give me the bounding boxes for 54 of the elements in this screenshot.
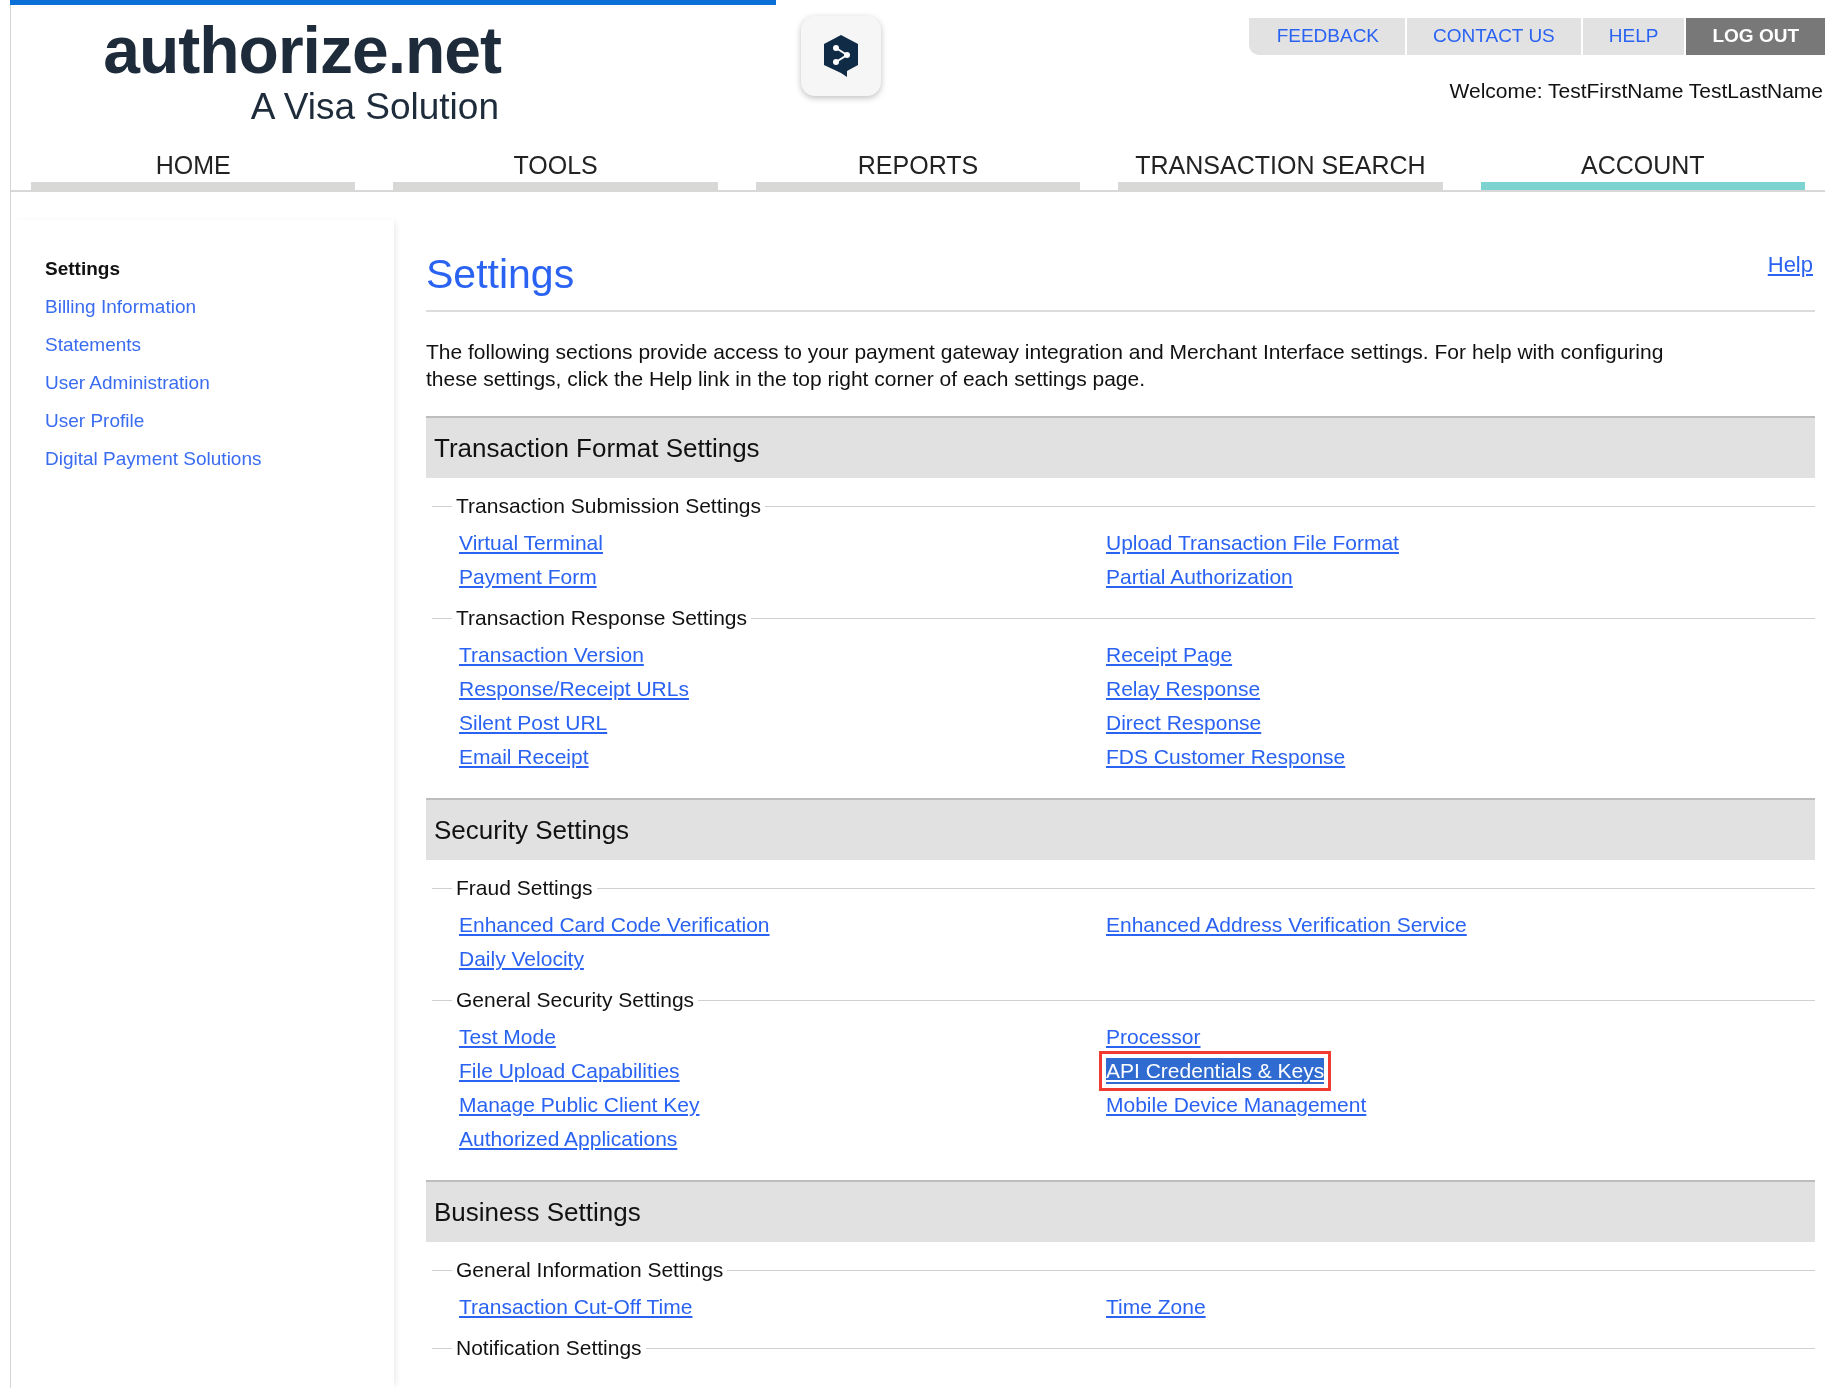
page-link[interactable]: Payment Form <box>459 564 597 590</box>
nav-tab[interactable]: ACCOUNT <box>1480 141 1806 190</box>
page-link[interactable]: Relay Response <box>1106 676 1261 702</box>
page-link[interactable]: Manage Public Client Key <box>459 1092 700 1118</box>
top-link[interactable]: FEEDBACK <box>1250 18 1408 55</box>
group-heading: Notification Settings <box>455 1335 643 1362</box>
page-link[interactable]: Daily Velocity <box>459 946 584 972</box>
intro-paragraph: The following sections provide access to your payment gateway integration and Merchant Interface settings. For help with configuring these settings, click the Help link in the top right corner of each settings page. <box>426 339 1665 392</box>
section-header: Security Settings <box>426 798 1815 860</box>
page-link[interactable]: Processor <box>1106 1024 1201 1050</box>
page-link[interactable]: Email Receipt <box>459 744 589 770</box>
page-link[interactable]: Silent Post URL <box>459 710 608 736</box>
group-heading: Transaction Response Settings <box>455 605 749 632</box>
page-link[interactable]: Enhanced Address Verification Service <box>1106 912 1467 938</box>
page-link[interactable]: Transaction Cut-Off Time <box>459 1294 693 1320</box>
help-link[interactable]: Help <box>1767 248 1813 281</box>
top-link[interactable]: CONTACT US <box>1407 18 1583 55</box>
page-link[interactable]: Receipt Page <box>1106 642 1233 668</box>
nav-tab[interactable]: HOME <box>31 141 356 190</box>
welcome-text: Welcome: TestFirstName TestLastName <box>1449 78 1824 104</box>
sidebar-link[interactable]: Digital Payment Solutions <box>45 446 262 471</box>
logout-link[interactable]: LOG OUT <box>1686 18 1825 55</box>
page-link[interactable]: Partial Authorization <box>1106 564 1293 590</box>
section-header: Transaction Format Settings <box>426 416 1815 478</box>
page-link[interactable]: Upload Transaction File Format <box>1106 530 1399 556</box>
group-heading: General Information Settings <box>455 1257 725 1284</box>
page-link[interactable]: File Upload Capabilities <box>459 1058 680 1084</box>
page-link[interactable]: Direct Response <box>1106 710 1262 736</box>
page-title: Settings <box>426 250 575 299</box>
page-link[interactable]: FDS Customer Response <box>1106 744 1346 770</box>
page-link[interactable]: Mobile Device Management <box>1106 1092 1367 1118</box>
section-header: Business Settings <box>426 1180 1815 1242</box>
page-link[interactable]: Virtual Terminal <box>459 530 603 556</box>
group-heading: Transaction Submission Settings <box>455 493 763 520</box>
share-icon <box>821 33 861 79</box>
sidebar-link[interactable]: Statements <box>45 332 142 357</box>
page-link[interactable]: Response/Receipt URLs <box>459 676 689 702</box>
nav-tab[interactable]: REPORTS <box>755 141 1081 190</box>
logo-wordmark: authorize.net <box>103 14 501 86</box>
page-link[interactable]: Time Zone <box>1106 1294 1206 1320</box>
sidebar-link[interactable]: Billing Information <box>45 294 197 319</box>
group-heading: Fraud Settings <box>455 875 594 902</box>
nav-tab[interactable]: TRANSACTION SEARCH <box>1118 141 1443 190</box>
page-link[interactable]: Test Mode <box>459 1024 556 1050</box>
sidebar-link[interactable]: User Profile <box>45 408 145 433</box>
page-link[interactable]: Transaction Version <box>459 642 644 668</box>
sidebar-link[interactable]: Settings <box>45 256 120 281</box>
page-link[interactable]: Authorized Applications <box>459 1126 678 1152</box>
nav-tab[interactable]: TOOLS <box>393 141 718 190</box>
group-heading: General Security Settings <box>455 987 696 1014</box>
logo-tagline: A Visa Solution <box>250 86 500 128</box>
sidebar-link[interactable]: User Administration <box>45 370 210 395</box>
share-extension-button[interactable] <box>801 16 881 96</box>
page-link[interactable]: Enhanced Card Code Verification <box>459 912 770 938</box>
